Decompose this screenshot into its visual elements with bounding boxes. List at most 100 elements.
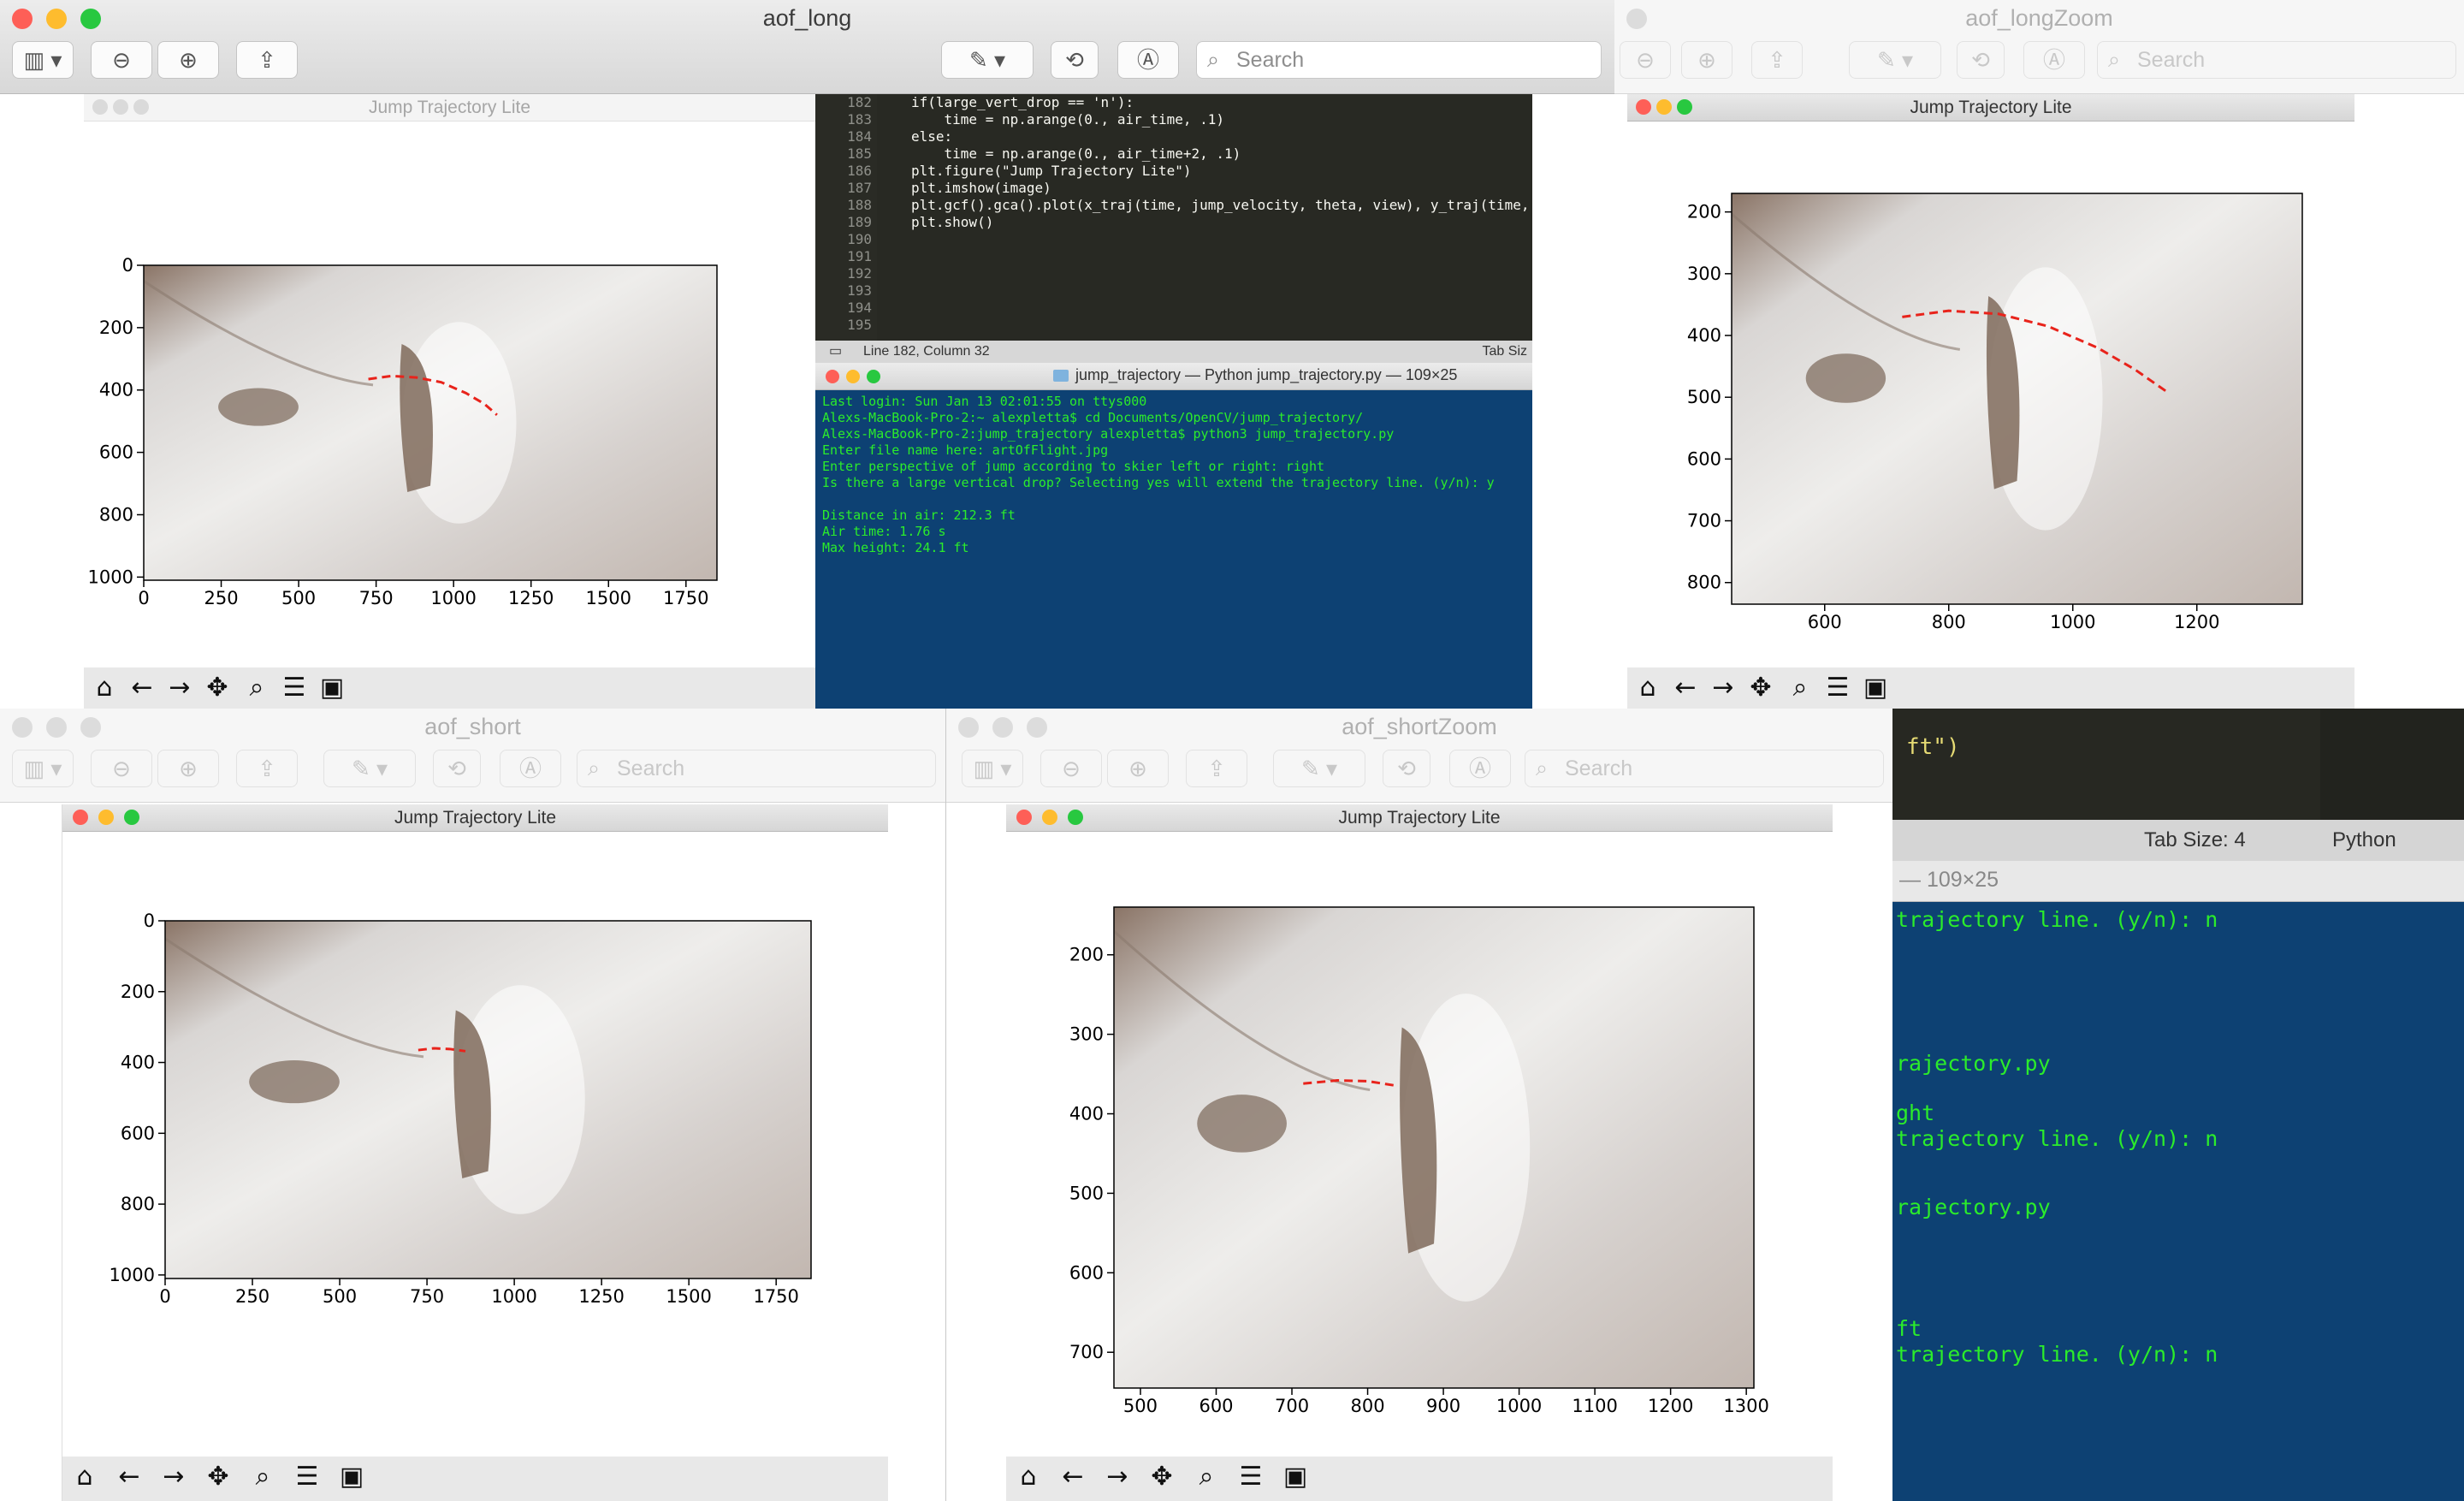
tab-size[interactable]: Tab Size: 4	[2144, 820, 2246, 861]
line-number: 189	[847, 214, 872, 230]
close-button[interactable]	[1636, 99, 1651, 115]
zoom-button[interactable]	[1677, 99, 1692, 115]
forward-arrow-icon[interactable]: →	[157, 1460, 191, 1494]
configure-subplots-icon[interactable]: ☰	[277, 671, 311, 705]
home-icon[interactable]: ⌂	[68, 1460, 102, 1494]
share-button[interactable]: ⇪	[236, 750, 298, 787]
plot-aof-long[interactable]: 0 250 500 750 1000 1250 1500 1750 0 200 400 600 800 1…	[84, 122, 815, 652]
x-tick-label: 1000	[491, 1286, 536, 1307]
minimize-button[interactable]	[113, 99, 128, 115]
save-icon[interactable]: ▣	[1278, 1460, 1312, 1494]
markup-button[interactable]: ✎ ▾	[1273, 750, 1365, 787]
figure-window: Jump Trajectory Lite 600 800 1000 1200 200 30…	[1627, 94, 2354, 709]
zoom-in-button[interactable]: ⊕	[1681, 41, 1732, 79]
save-icon[interactable]: ▣	[335, 1460, 369, 1494]
minimize-button[interactable]	[1656, 99, 1672, 115]
close-button[interactable]	[73, 810, 88, 825]
pan-icon[interactable]: ✥	[1145, 1460, 1179, 1494]
rotate-icon: ⟲	[447, 756, 466, 781]
zoom-in-button[interactable]: ⊕	[157, 750, 219, 787]
share-button[interactable]: ⇪	[1751, 41, 1803, 79]
code-editor[interactable]: 182 183 184 185 186 187 188 189 190 191 192 193 194 1…	[815, 94, 1532, 342]
zoom-out-button[interactable]: ⊖	[91, 750, 152, 787]
back-arrow-icon[interactable]: ←	[112, 1460, 146, 1494]
configure-subplots-icon[interactable]: ☰	[290, 1460, 324, 1494]
forward-arrow-icon[interactable]: →	[1706, 671, 1740, 705]
close-button[interactable]	[826, 370, 839, 383]
home-icon[interactable]: ⌂	[87, 671, 121, 705]
markup-circle-icon: Ⓐ	[2042, 47, 2065, 73]
share-button[interactable]: ⇪	[1186, 750, 1247, 787]
terminal-window[interactable]: jump_trajectory — Python jump_trajectory…	[815, 363, 1532, 709]
x-tick-label: 800	[1932, 612, 1966, 632]
back-arrow-icon[interactable]: ←	[1668, 671, 1703, 705]
save-icon[interactable]: ▣	[315, 671, 349, 705]
plot-aof-short-zoom[interactable]: 500 600 700 800 900 1000 1100 1200 1300 200 300 400…	[1006, 832, 1833, 1457]
share-button[interactable]: ⇪	[236, 41, 298, 79]
rotate-button[interactable]: ⟲	[1051, 41, 1099, 79]
markup-circle-icon: Ⓐ	[1136, 47, 1159, 73]
code-line: plt.imshow(image)	[911, 180, 1051, 196]
figure-window: Jump Trajectory Lite 0 250 500 750 1000 1250 1…	[84, 94, 815, 709]
zoom-in-button[interactable]: ⊕	[1107, 750, 1169, 787]
save-icon[interactable]: ▣	[1858, 671, 1892, 705]
tab-size[interactable]: Tab Siz	[1483, 342, 1527, 361]
zoom-button[interactable]	[1068, 810, 1083, 825]
forward-arrow-icon[interactable]: →	[1100, 1460, 1134, 1494]
markup-button[interactable]: ✎ ▾	[323, 750, 416, 787]
sidebar-toggle-button[interactable]: ▥ ▾	[12, 750, 74, 787]
zoom-button[interactable]	[867, 370, 880, 383]
markup-button[interactable]: ✎ ▾	[941, 41, 1034, 79]
home-icon[interactable]: ⌂	[1011, 1460, 1045, 1494]
zoom-button[interactable]	[133, 99, 149, 115]
plot-aof-long-zoom[interactable]: 600 800 1000 1200 200 300 400 500 600 700 800	[1627, 122, 2354, 652]
line-number: 193	[847, 282, 872, 299]
y-tick-label: 1000	[88, 567, 133, 587]
rotate-button[interactable]: ⟲	[433, 750, 481, 787]
search-field[interactable]: ⌕ Search	[1196, 41, 1602, 79]
back-arrow-icon[interactable]: ←	[1056, 1460, 1090, 1494]
annotate-button[interactable]: Ⓐ	[500, 750, 561, 787]
rotate-button[interactable]: ⟲	[1957, 41, 2005, 79]
zoom-rect-icon[interactable]: ⌕	[1783, 671, 1817, 705]
minimize-button[interactable]	[1042, 810, 1057, 825]
configure-subplots-icon[interactable]: ☰	[1821, 671, 1855, 705]
code-line: plt.show()	[911, 214, 994, 230]
minimize-button[interactable]	[98, 810, 114, 825]
home-icon[interactable]: ⌂	[1631, 671, 1665, 705]
back-arrow-icon[interactable]: ←	[125, 671, 159, 705]
search-field[interactable]: ⌕ Search	[577, 750, 936, 787]
pan-icon[interactable]: ✥	[200, 671, 234, 705]
pan-icon[interactable]: ✥	[1744, 671, 1778, 705]
zoom-out-button[interactable]: ⊖	[91, 41, 152, 79]
markup-button[interactable]: ✎ ▾	[1849, 41, 1941, 79]
zoom-out-button[interactable]: ⊖	[1040, 750, 1102, 787]
pan-icon[interactable]: ✥	[201, 1460, 235, 1494]
terminal-line: Is there a large vertical drop? Selectin…	[822, 475, 1495, 490]
search-field[interactable]: ⌕ Search	[2097, 41, 2456, 79]
rotate-button[interactable]: ⟲	[1383, 750, 1430, 787]
sidebar-toggle-button[interactable]: ▥ ▾	[12, 41, 74, 79]
annotate-button[interactable]: Ⓐ	[1117, 41, 1179, 79]
configure-subplots-icon[interactable]: ☰	[1234, 1460, 1268, 1494]
zoom-rect-icon[interactable]: ⌕	[240, 671, 274, 705]
close-button[interactable]	[92, 99, 108, 115]
syntax-mode[interactable]: Python	[2332, 820, 2396, 861]
zoom-rect-icon[interactable]: ⌕	[1189, 1460, 1223, 1494]
zoom-out-button[interactable]: ⊖	[1620, 41, 1671, 79]
minimize-button[interactable]	[846, 370, 860, 383]
forward-arrow-icon[interactable]: →	[163, 671, 197, 705]
annotate-button[interactable]: Ⓐ	[2023, 41, 2085, 79]
search-field[interactable]: ⌕ Search	[1525, 750, 1884, 787]
close-button[interactable]	[1016, 810, 1032, 825]
x-tick-label: 900	[1426, 1396, 1460, 1416]
zoom-rect-icon[interactable]: ⌕	[246, 1460, 280, 1494]
annotate-button[interactable]: Ⓐ	[1449, 750, 1511, 787]
zoom-button[interactable]	[124, 810, 139, 825]
sidebar-toggle-button[interactable]: ▥ ▾	[962, 750, 1023, 787]
figure-toolbar: ⌂ ← → ✥ ⌕ ☰ ▣	[1627, 667, 2354, 709]
x-tick-label: 1300	[1723, 1396, 1768, 1416]
plot-aof-short[interactable]: 0 250 500 750 1000 1250 1500 1750 0 200 400 600 800 1…	[62, 832, 889, 1457]
zoom-in-button[interactable]: ⊕	[157, 41, 219, 79]
